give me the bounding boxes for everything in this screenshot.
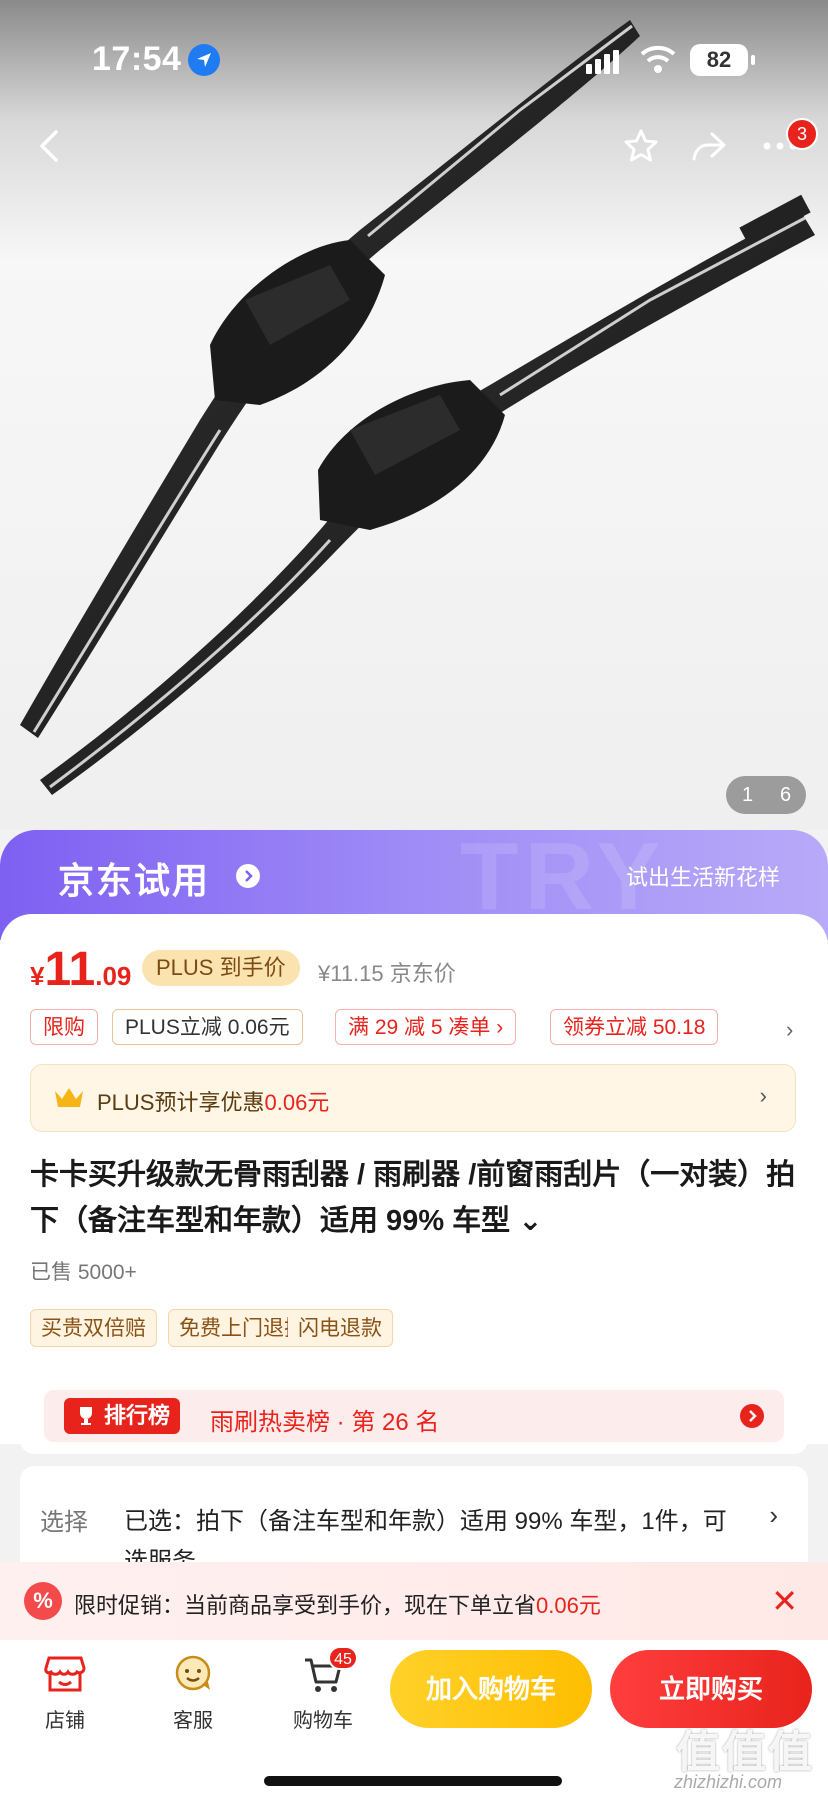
trophy-icon bbox=[80, 1407, 92, 1425]
price-block: ¥11.09 bbox=[30, 942, 131, 997]
wifi-icon bbox=[640, 45, 676, 73]
add-to-cart-button[interactable]: 加入购物车 bbox=[390, 1650, 592, 1728]
cellular-signal-icon bbox=[586, 50, 619, 74]
chevron-right-icon bbox=[740, 1404, 764, 1428]
chevron-right-icon bbox=[236, 864, 260, 888]
favorite-star-icon[interactable] bbox=[622, 128, 660, 164]
battery-indicator: 82 bbox=[690, 44, 755, 76]
customer-service-button[interactable]: 客服 bbox=[148, 1654, 238, 1733]
plus-discount-bar[interactable]: PLUS预计享优惠0.06元 › bbox=[30, 1064, 796, 1132]
shop-button[interactable]: 店铺 bbox=[20, 1654, 110, 1733]
promo-tag-full-reduction[interactable]: 满 29 减 5 凑单 › bbox=[335, 1009, 517, 1045]
status-bar: 17:54 82 bbox=[0, 0, 828, 120]
promo-banner-text: 限时促销：当前商品享受到手价，现在下单立省0.06元 bbox=[74, 1593, 601, 1618]
product-title[interactable]: 卡卡买升级款无骨雨刮器 / 雨刷器 /前窗雨刮片（一对装）拍下（备注车型和年款）… bbox=[30, 1152, 800, 1244]
customer-service-icon bbox=[175, 1655, 211, 1691]
ranking-text: 雨刷热卖榜 · 第 26 名 bbox=[210, 1409, 440, 1436]
selection-label: 选择 bbox=[40, 1509, 88, 1536]
promo-tag-limit[interactable]: 限购 bbox=[30, 1009, 98, 1045]
promo-tag-coupon[interactable]: 领券立减 50.18 bbox=[550, 1009, 719, 1045]
cart-count-badge: 45 bbox=[328, 1646, 358, 1670]
product-image-wiper-blades bbox=[20, 20, 815, 795]
service-tag: 买贵双倍赔 bbox=[30, 1309, 157, 1347]
trial-title: 京东试用 bbox=[58, 860, 211, 901]
product-gallery[interactable]: 17:54 82 3 1 6 bbox=[0, 0, 828, 830]
cart-button[interactable]: 45 购物车 bbox=[278, 1646, 368, 1733]
service-tag: 闪电退款 bbox=[288, 1309, 393, 1347]
chevron-right-icon: › bbox=[759, 1083, 767, 1108]
ranking-badge: 排行榜 bbox=[64, 1398, 181, 1434]
promo-more-chevron-icon[interactable]: › bbox=[786, 1017, 793, 1043]
gallery-pager: 1 6 bbox=[726, 776, 806, 814]
limited-promo-banner[interactable]: % 限时促销：当前商品享受到手价，现在下单立省0.06元 ✕ bbox=[0, 1562, 828, 1640]
jd-reference-price: ¥11.15 京东价 bbox=[318, 961, 456, 986]
watermark-logo: 值值值 bbox=[676, 1728, 814, 1777]
shop-label: 店铺 bbox=[45, 1710, 85, 1732]
price-currency: ¥ bbox=[30, 961, 45, 991]
ranking-row[interactable]: 排行榜 雨刷热卖榜 · 第 26 名 bbox=[20, 1376, 808, 1454]
gallery-total: 6 bbox=[780, 784, 792, 806]
price-decimal: .09 bbox=[95, 961, 132, 991]
plus-discount-amount: 0.06元 bbox=[264, 1090, 330, 1115]
promo-banner-amount: 0.06元 bbox=[536, 1593, 601, 1618]
shop-icon bbox=[44, 1656, 86, 1692]
notification-badge: 3 bbox=[786, 118, 818, 150]
gallery-current: 1 bbox=[742, 784, 754, 806]
close-icon[interactable]: ✕ bbox=[771, 1582, 798, 1620]
chevron-right-icon: › bbox=[769, 1500, 778, 1530]
discount-percent-icon: % bbox=[24, 1582, 62, 1620]
product-info-card: ¥11.09 PLUS 到手价 ¥11.15 京东价 限购 PLUS立减 0.0… bbox=[0, 914, 828, 1444]
back-chevron-icon[interactable] bbox=[36, 128, 62, 164]
plus-discount-text: PLUS预计享优惠0.06元 bbox=[97, 1090, 330, 1115]
promo-tag-plus-discount[interactable]: PLUS立减 0.06元 bbox=[112, 1009, 303, 1045]
status-time: 17:54 bbox=[92, 40, 182, 78]
crown-icon bbox=[55, 1088, 83, 1107]
watermark-url: zhizhizhi.com bbox=[674, 1772, 783, 1792]
customer-service-label: 客服 bbox=[173, 1710, 213, 1732]
price-integer: 11 bbox=[44, 943, 96, 996]
plus-price-tag: PLUS 到手价 bbox=[142, 950, 300, 986]
ranking-inner: 排行榜 雨刷热卖榜 · 第 26 名 bbox=[44, 1390, 784, 1442]
location-icon bbox=[188, 44, 220, 76]
sold-count: 已售 5000+ bbox=[30, 1261, 137, 1284]
share-icon[interactable] bbox=[690, 128, 728, 164]
home-indicator[interactable] bbox=[264, 1776, 562, 1786]
trial-subtitle: 试出生活新花样 bbox=[625, 865, 780, 890]
cart-label: 购物车 bbox=[293, 1710, 353, 1732]
